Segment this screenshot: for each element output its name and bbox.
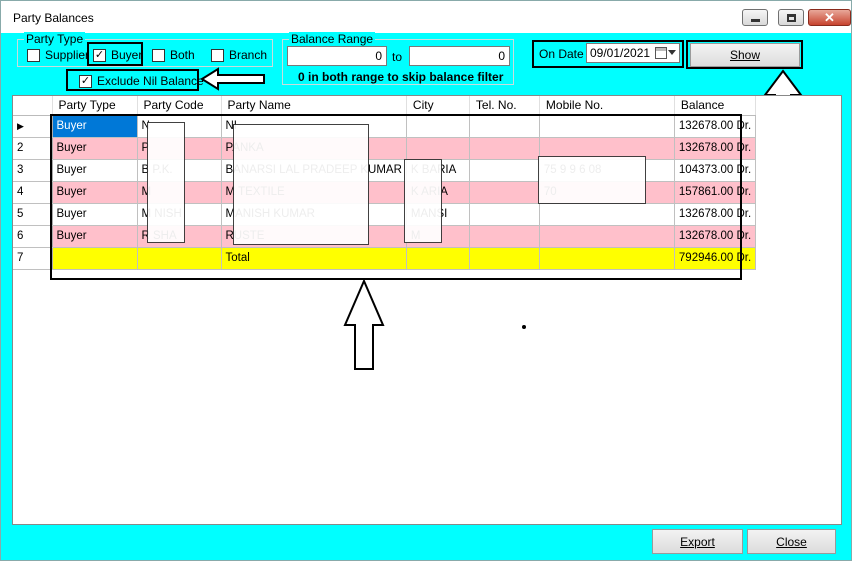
exclude-nil-checkbox[interactable]: ✓ Exclude Nil Balance xyxy=(79,74,204,88)
col-balance[interactable]: Balance xyxy=(674,96,757,116)
party-type-label: Party Type xyxy=(24,32,86,46)
close-button[interactable]: Close xyxy=(747,529,836,554)
table-header-row: Party Type Party Code Party Name City Te… xyxy=(13,96,757,116)
exclude-nil-label: Exclude Nil Balance xyxy=(97,74,204,88)
export-button-label: Export xyxy=(680,534,715,549)
row-header[interactable]: 6 xyxy=(13,225,53,248)
close-button-label: Close xyxy=(776,534,807,549)
row-header-corner xyxy=(13,96,53,116)
show-button-label: Show xyxy=(729,48,761,62)
row-header[interactable]: 2 xyxy=(13,137,53,160)
left-arrow-annotation xyxy=(200,67,265,91)
current-row-icon: ▶ xyxy=(17,121,24,131)
row-header[interactable]: ▶ xyxy=(13,115,53,138)
branch-checkbox-box[interactable] xyxy=(211,48,224,62)
maximize-icon xyxy=(786,13,796,22)
title-bar[interactable]: Party Balances ✕ xyxy=(1,1,851,33)
maximize-button[interactable] xyxy=(778,9,804,26)
col-party-code[interactable]: Party Code xyxy=(137,96,222,116)
window-title: Party Balances xyxy=(13,11,94,25)
on-date-label: On Date xyxy=(539,47,584,61)
col-party-name[interactable]: Party Name xyxy=(221,96,407,116)
show-button[interactable]: Show xyxy=(690,43,800,67)
supplier-label: Supplier xyxy=(45,48,90,62)
balance-to-input[interactable]: 0 xyxy=(409,46,510,66)
close-icon: ✕ xyxy=(824,10,835,25)
col-mobile-no[interactable]: Mobile No. xyxy=(539,96,675,116)
col-tel-no[interactable]: Tel. No. xyxy=(469,96,540,116)
minimize-icon xyxy=(750,18,760,22)
balance-from-input[interactable]: 0 xyxy=(287,46,387,66)
both-checkbox-box[interactable] xyxy=(152,48,165,62)
exclude-nil-checkbox-box[interactable]: ✓ xyxy=(79,74,92,88)
party-balances-window: Party Balances ✕ Party Type Supplier ✓ B… xyxy=(0,0,852,561)
row-header[interactable]: 4 xyxy=(13,181,53,204)
col-party-type[interactable]: Party Type xyxy=(52,96,138,116)
branch-checkbox[interactable]: Branch xyxy=(211,48,267,62)
up-arrow-annotation xyxy=(343,279,385,370)
dot-mark xyxy=(522,325,526,329)
col-city[interactable]: City xyxy=(406,96,470,116)
calendar-icon[interactable] xyxy=(655,47,667,59)
on-date-value: 09/01/2021 xyxy=(590,46,651,60)
row-header[interactable]: 7 xyxy=(13,247,53,270)
export-button[interactable]: Export xyxy=(652,529,743,554)
to-label: to xyxy=(392,50,403,64)
on-date-picker[interactable]: 09/01/2021 xyxy=(586,43,680,63)
row-header[interactable]: 5 xyxy=(13,203,53,226)
balance-filter-note: 0 in both range to skip balance filter xyxy=(298,70,504,84)
minimize-button[interactable] xyxy=(742,9,768,26)
balance-range-label: Balance Range xyxy=(289,32,376,46)
supplier-checkbox-box[interactable] xyxy=(27,48,40,62)
close-window-button[interactable]: ✕ xyxy=(808,9,851,26)
both-label: Both xyxy=(170,48,195,62)
grid-highlight-box xyxy=(50,114,742,280)
both-checkbox[interactable]: Both xyxy=(152,48,195,62)
branch-label: Branch xyxy=(229,48,268,62)
row-header[interactable]: 3 xyxy=(13,159,53,182)
chevron-down-icon[interactable] xyxy=(668,50,676,55)
buyer-highlight-box xyxy=(87,42,143,66)
supplier-checkbox[interactable]: Supplier xyxy=(27,48,89,62)
